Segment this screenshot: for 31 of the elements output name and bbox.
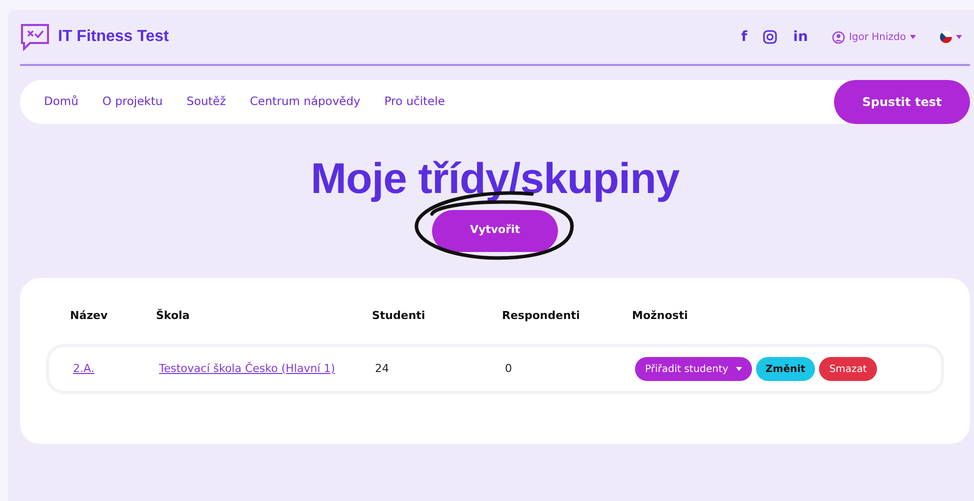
column-header: Možnosti — [632, 308, 688, 322]
school-link[interactable]: Testovací škola Česko (Hlavní 1) — [159, 360, 336, 378]
column-header: Respondenti — [502, 308, 580, 322]
column-header: Studenti — [372, 308, 426, 322]
instagram-icon[interactable] — [763, 30, 778, 44]
nav-link[interactable]: Soutěž — [186, 93, 226, 111]
nav-link[interactable]: Domů — [44, 93, 78, 111]
start-test-button[interactable]: Spustit test — [834, 80, 970, 124]
facebook-link[interactable]: f — [741, 26, 748, 48]
assign-students-button[interactable]: Přiřadit studenty — [635, 357, 752, 382]
linkedin-link[interactable]: in — [793, 26, 808, 48]
column-header: Škola — [156, 308, 190, 322]
create-button[interactable]: Vytvořit — [432, 210, 558, 252]
logo-text: IT Fitness Test — [58, 27, 169, 47]
caret-icon — [956, 35, 962, 39]
class-link[interactable]: 2.A. — [73, 360, 94, 378]
table-cell-text: 0 — [505, 360, 512, 377]
flag-icon[interactable] — [940, 31, 952, 43]
page-title: Moje třídy/skupiny — [310, 154, 680, 205]
delete-button[interactable]: Smazat — [819, 357, 877, 382]
nav-link[interactable]: O projektu — [102, 93, 163, 111]
user-menu[interactable]: Igor Hnizdo — [848, 30, 906, 44]
caret-icon — [910, 35, 916, 39]
caret-icon — [736, 366, 742, 371]
user-icon — [832, 30, 845, 44]
logo-icon — [20, 23, 50, 51]
edit-button[interactable]: Změnit — [756, 357, 816, 382]
nav-link[interactable]: Centrum nápovědy — [250, 93, 360, 111]
table-cell-text: 24 — [375, 360, 389, 377]
column-header: Název — [70, 308, 108, 322]
nav-link[interactable]: Pro učitele — [384, 93, 445, 111]
